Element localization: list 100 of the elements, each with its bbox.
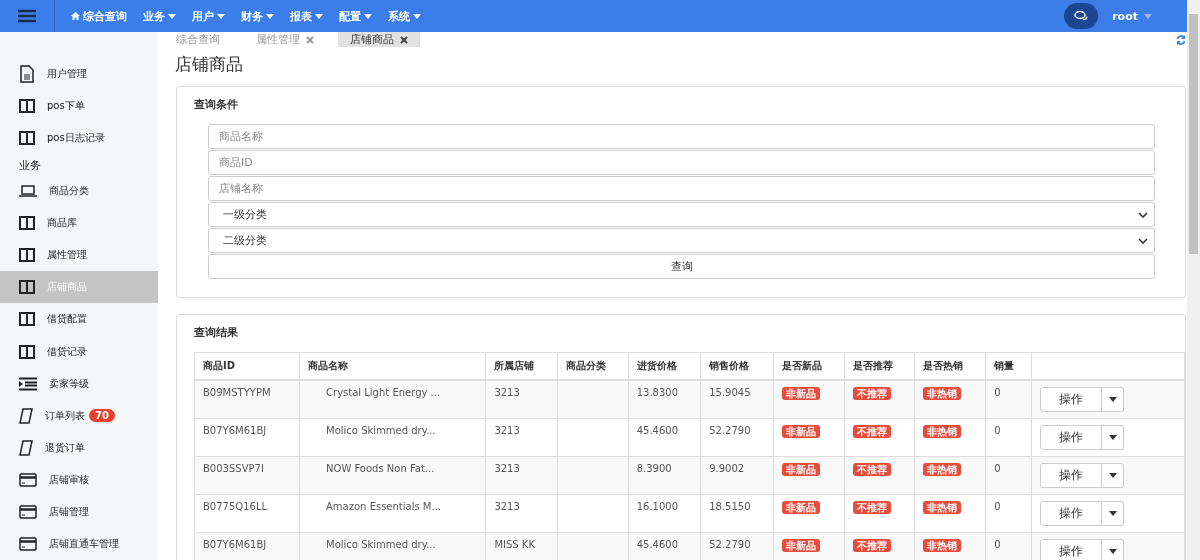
table-cell: 52.2790 (700, 418, 774, 457)
table-cell: 3213 (485, 494, 558, 533)
select-field[interactable]: 一级分类 (208, 202, 1155, 227)
input-field[interactable]: 商品名称 (208, 124, 1155, 149)
table-cell: 0 (985, 494, 1032, 533)
columns-icon (19, 131, 35, 146)
sidebar-item[interactable]: 商品分类 (0, 175, 158, 208)
nav-menu-item[interactable]: 用户 (192, 8, 225, 24)
table-cell: 45.4600 (628, 418, 701, 457)
table-cell: Amazon Essentials M... (299, 494, 486, 533)
caret-icon (315, 13, 323, 19)
status-tag: 不推荐 (852, 501, 891, 514)
document-icon (19, 65, 35, 84)
dropdown-toggle[interactable] (1102, 387, 1125, 412)
menu-icon (18, 9, 36, 23)
caret-icon (168, 13, 176, 19)
table-cell: 16.1000 (628, 494, 701, 533)
sidebar-item-label: pos日志记录 (47, 131, 105, 146)
action-button[interactable]: 操作 (1040, 539, 1103, 560)
action-button[interactable]: 操作 (1040, 501, 1103, 526)
caret-icon (266, 13, 274, 19)
sidebar-item[interactable]: 店铺直通车管理 (0, 527, 158, 560)
nav-menu-item[interactable]: 财务 (241, 8, 274, 24)
action-button[interactable]: 操作 (1040, 463, 1103, 488)
input-field[interactable]: 店铺名称 (208, 176, 1155, 201)
table-cell: 52.2790 (700, 532, 774, 560)
table-cell (557, 532, 629, 560)
card-icon (19, 472, 37, 487)
table-cell: 0 (985, 418, 1032, 457)
columns-icon (19, 99, 35, 114)
dropdown-toggle[interactable] (1102, 539, 1125, 560)
nav-menu-item[interactable]: 系统 (388, 8, 421, 24)
scrollbar[interactable] (1187, 0, 1200, 560)
search-button[interactable]: 查询 (208, 254, 1155, 279)
dropdown-toggle[interactable] (1102, 501, 1125, 526)
sidebar-item[interactable]: 店铺管理 (0, 495, 158, 528)
action-button[interactable]: 操作 (1040, 425, 1103, 450)
user-menu[interactable]: root (1112, 9, 1152, 23)
sidebar-item[interactable]: 卖家等级 (0, 367, 158, 400)
sidebar-item-label: 借贷记录 (47, 344, 87, 359)
status-tag: 非热销 (923, 425, 962, 438)
select-field[interactable]: 二级分类 (208, 228, 1155, 253)
table-cell: 3213 (485, 418, 558, 457)
sidebar-item[interactable]: 订单列表 70 (0, 399, 158, 432)
caret-icon (217, 13, 225, 19)
sidebar-item[interactable]: 借贷记录 (0, 335, 158, 368)
action-button[interactable]: 操作 (1040, 387, 1103, 412)
sidebar-item-label: 订单列表 (45, 408, 85, 423)
sidebar-item[interactable]: pos下单 (0, 90, 158, 123)
table-cell: 9.9002 (700, 456, 774, 495)
status-tag: 非新品 (781, 387, 820, 400)
caret-icon (1108, 473, 1117, 478)
caret-icon (1108, 397, 1117, 402)
nav-menu-item[interactable]: 业务 (143, 8, 176, 24)
sidebar-item[interactable]: 属性管理 (0, 239, 158, 272)
status-tag: 非热销 (923, 463, 962, 476)
caret-icon (1108, 435, 1117, 440)
sidebar-item[interactable]: 用户管理 (0, 58, 158, 91)
status-tag: 非热销 (923, 539, 962, 552)
sidebar-item[interactable]: 商品库 (0, 207, 158, 240)
table-cell: 13.8300 (628, 380, 701, 419)
table-cell (557, 418, 629, 457)
chat-button[interactable] (1064, 3, 1099, 29)
sidebar-item[interactable]: pos日志记录 (0, 122, 158, 155)
status-tag: 非新品 (781, 539, 820, 552)
dropdown-toggle[interactable] (1102, 425, 1125, 450)
table-cell (557, 380, 629, 419)
sidebar-item-label: 属性管理 (47, 248, 87, 263)
table-cell: 18.5150 (700, 494, 774, 533)
columns-icon (19, 344, 35, 359)
sidebar-item[interactable]: 退货订单 (0, 431, 158, 464)
sidebar-item-label: pos下单 (47, 99, 85, 114)
panel-title: 查询结果 (194, 325, 239, 340)
table-cell: 8.3900 (628, 456, 701, 495)
nav-menu-item[interactable]: 报表 (290, 8, 323, 24)
card-icon (19, 536, 37, 551)
table-cell: B0775Q16LL (194, 494, 300, 533)
nav-menu-item[interactable]: 综合查询 (71, 8, 127, 24)
table-cell: 3213 (485, 380, 558, 419)
caret-icon (1108, 549, 1117, 554)
dropdown-toggle[interactable] (1102, 463, 1125, 488)
sidebar-item[interactable]: 店铺审核 (0, 463, 158, 496)
close-icon[interactable] (400, 35, 408, 44)
nav-menu-item[interactable]: 配置 (339, 8, 372, 24)
indent-icon (19, 376, 37, 391)
sidebar-item-label: 店铺管理 (49, 504, 89, 519)
table-cell: B07Y6M61BJ (194, 418, 300, 457)
refresh-icon (1176, 34, 1186, 45)
sidebar-item-label: 店铺审核 (49, 472, 89, 487)
sidebar-item[interactable]: 借贷配置 (0, 303, 158, 336)
sidebar-item-label: 退货订单 (45, 440, 85, 455)
input-field[interactable]: 商品ID (208, 150, 1155, 175)
page-tab[interactable]: 店铺商品 (338, 32, 420, 47)
refresh-button[interactable] (1176, 34, 1186, 45)
sidebar-item-label: 店铺直通车管理 (49, 536, 119, 551)
sidebar-item-label: 商品库 (47, 216, 77, 231)
sidebar-item-label: 借贷配置 (47, 312, 87, 327)
status-tag: 不推荐 (852, 539, 891, 552)
laptop-icon (19, 185, 37, 198)
table-cell: NOW Foods Non Fat... (299, 456, 486, 495)
